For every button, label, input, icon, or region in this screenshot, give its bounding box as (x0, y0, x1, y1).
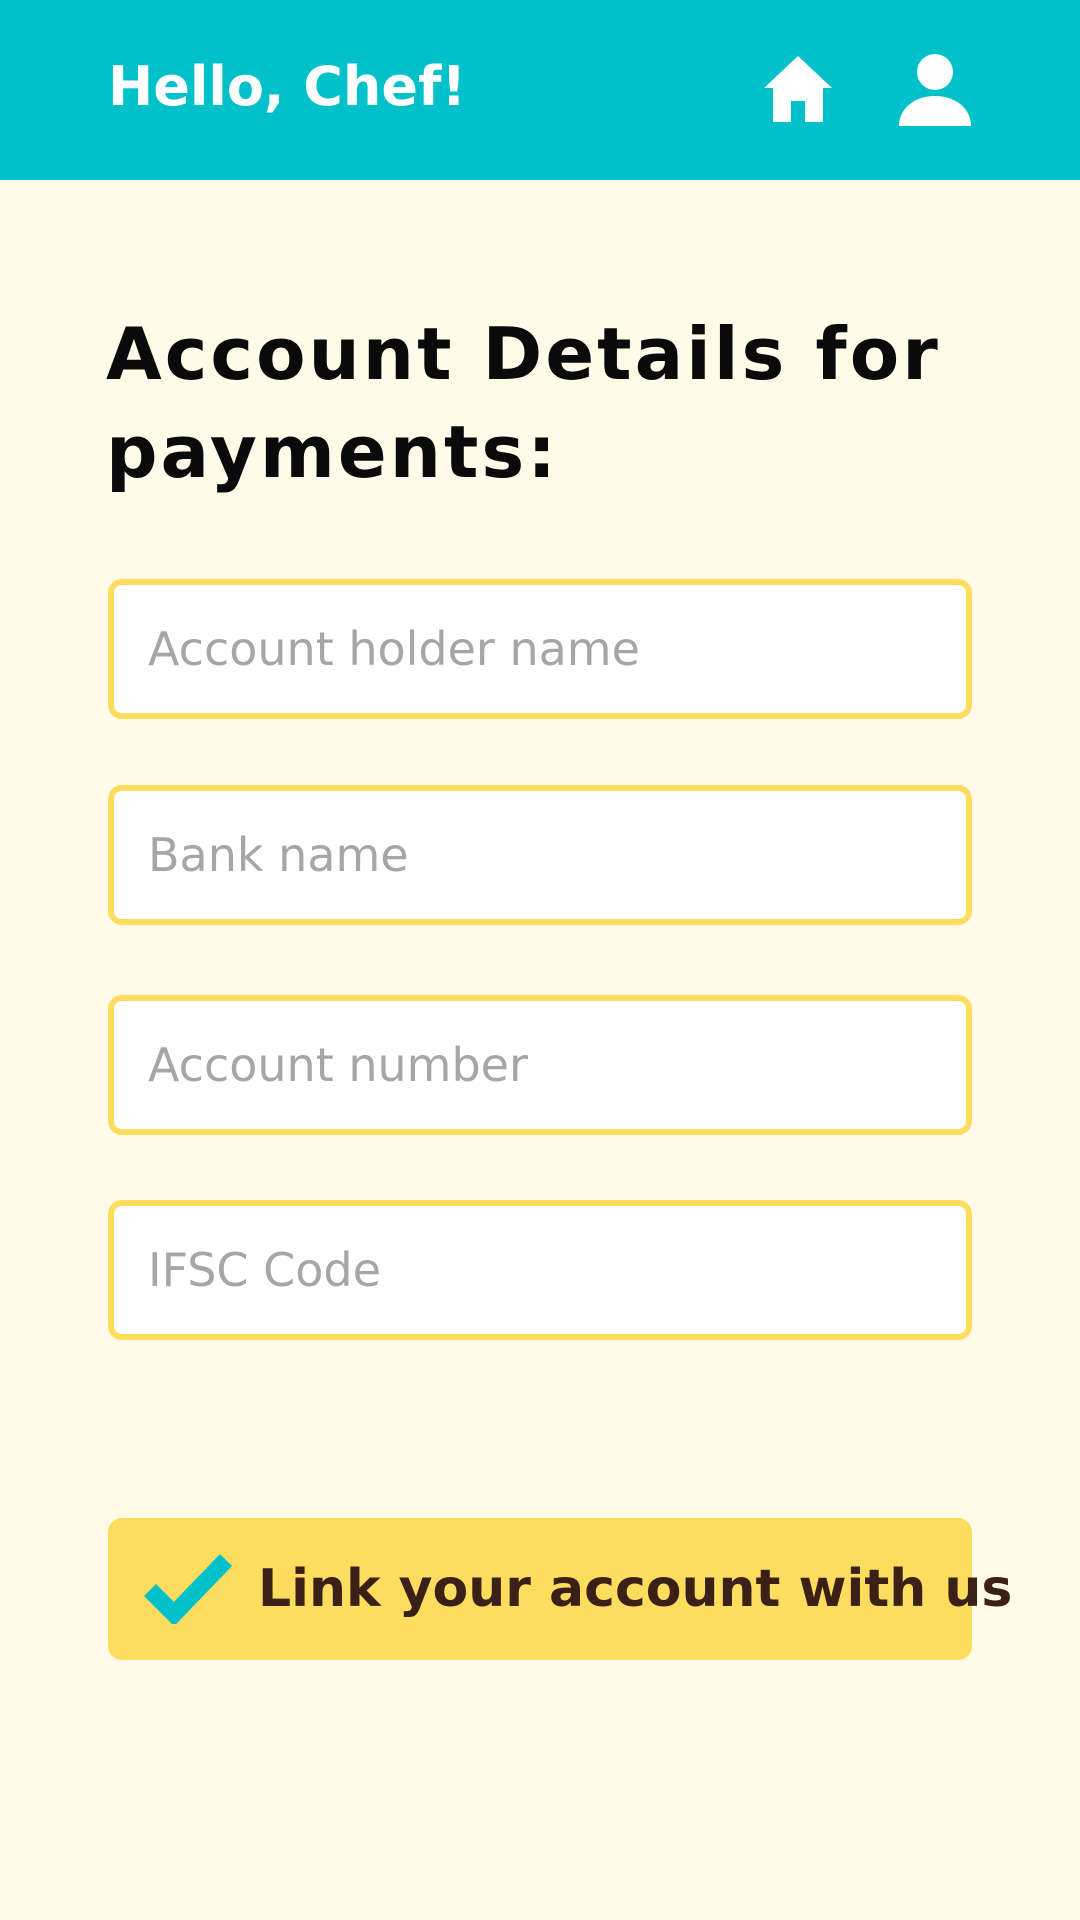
user-profile-icon[interactable] (895, 50, 975, 130)
checkmark-icon (144, 1552, 232, 1624)
link-account-button[interactable]: Link your account with us (108, 1518, 1012, 1660)
link-account-label: Link your account with us (258, 1559, 1013, 1619)
bank-name-input[interactable] (108, 785, 972, 925)
ifsc-code-input[interactable] (108, 1200, 972, 1340)
page-title: Account Details for payments: (106, 312, 941, 494)
home-icon-graphic (764, 56, 832, 122)
account-number-input[interactable] (108, 995, 972, 1135)
app-header: Hello, Chef! (0, 0, 1080, 180)
greeting-text: Hello, Chef! (108, 55, 467, 118)
home-icon[interactable] (758, 50, 838, 130)
account-holder-name-input[interactable] (108, 579, 972, 719)
user-icon-graphic (899, 54, 971, 126)
